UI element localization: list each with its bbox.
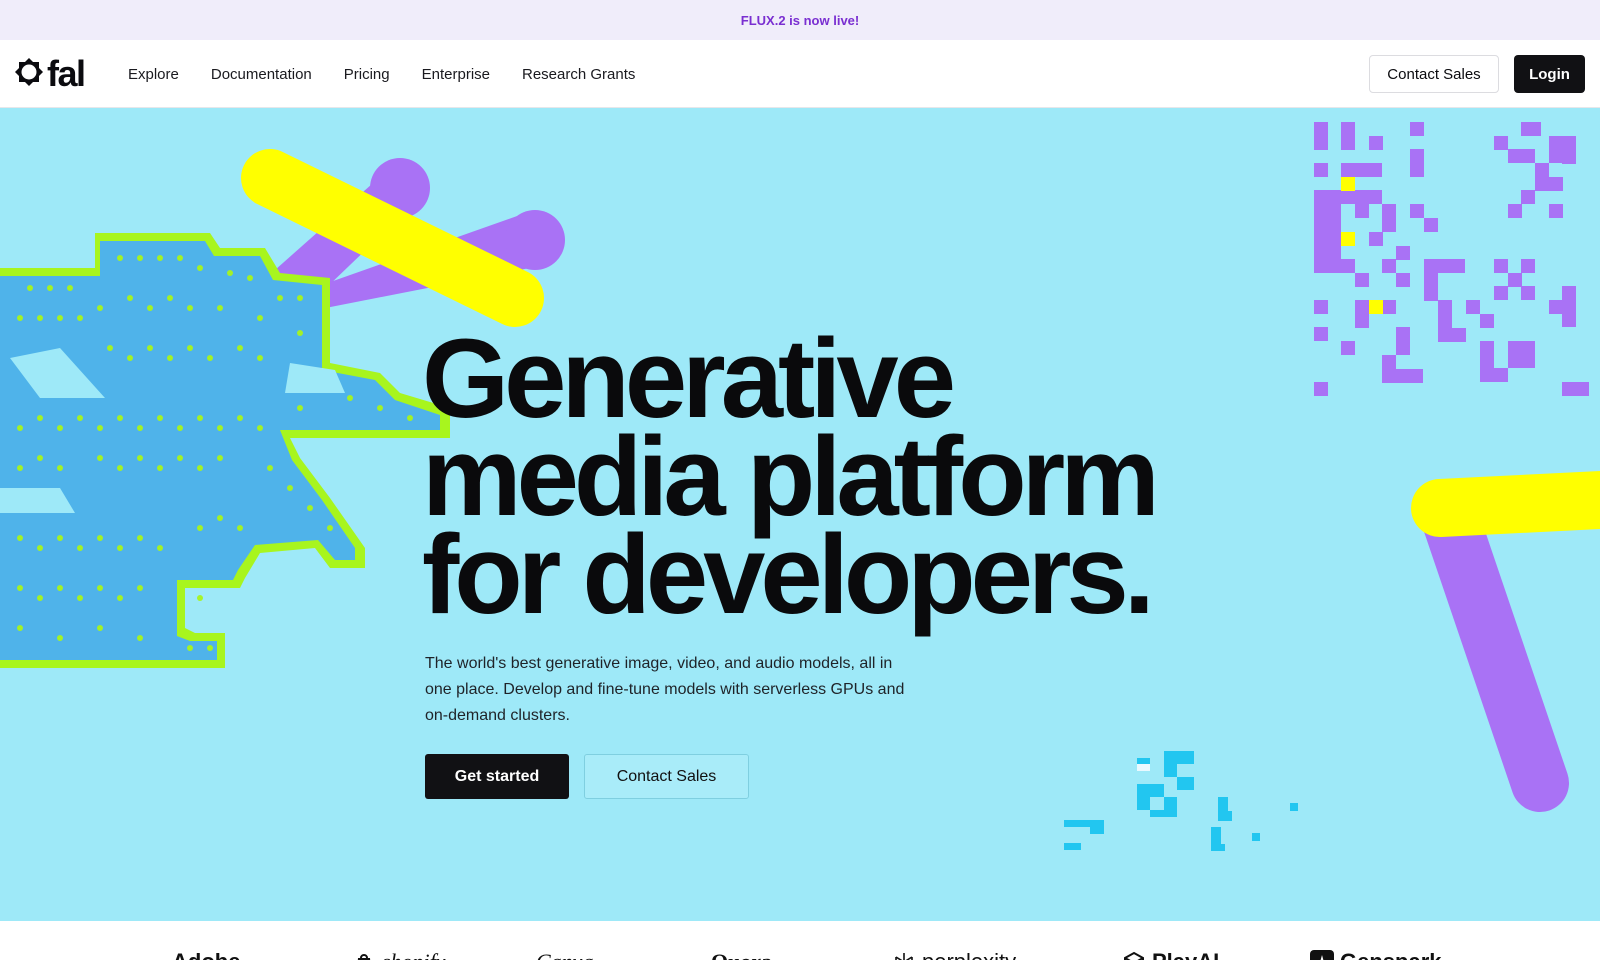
headline-line-3: for developers. [422, 512, 1155, 637]
playai-cube-icon [1122, 950, 1146, 960]
fal-ring-icon [14, 57, 44, 92]
genspark-icon [1310, 950, 1334, 960]
main-nav: Explore Documentation Pricing Enterprise… [128, 40, 667, 108]
nav-item-documentation[interactable]: Documentation [211, 66, 312, 83]
perplexity-icon [892, 950, 916, 960]
pixel-cluster-bottom [1064, 751, 1298, 851]
announcement-link[interactable]: FLUX.2 is now live! [741, 13, 859, 28]
hero-headline: Generative media platform for developers… [422, 323, 1160, 637]
logo-canva: Canva [536, 949, 593, 960]
nav-item-explore[interactable]: Explore [128, 66, 179, 83]
logo-quora-label: Quora [711, 949, 772, 960]
logo-adobe-label: Adobe [172, 949, 240, 960]
hero-contact-sales-button[interactable]: Contact Sales [584, 754, 749, 799]
pixel-grid-top-right [1314, 122, 1589, 396]
site-header: fal Explore Documentation Pricing Enterp… [0, 40, 1600, 108]
logo-genspark-label: Genspark [1340, 949, 1442, 960]
logo-quora: Quora [711, 949, 772, 960]
yellow-bar-right [1411, 470, 1600, 537]
logo-adobe: Adobe [172, 949, 240, 960]
hero-subtext: The world's best generative image, video… [425, 655, 905, 724]
header-contact-sales-button[interactable]: Contact Sales [1369, 55, 1499, 93]
shopify-bag-icon [352, 950, 376, 960]
nav-item-research-grants[interactable]: Research Grants [522, 66, 635, 83]
announcement-bar: FLUX.2 is now live! [0, 0, 1600, 40]
brand-logo[interactable]: fal [14, 53, 86, 94]
login-button[interactable]: Login [1514, 55, 1585, 93]
hero-section: Generative media platform for developers… [0, 108, 1600, 921]
brand-wordmark: fal [47, 53, 86, 94]
logo-playai: PlayAI [1122, 949, 1219, 960]
logo-perplexity-label: perplexity [922, 949, 1016, 960]
purple-bar-right [1421, 489, 1569, 812]
logo-shopify: shopify [352, 949, 446, 960]
customer-logos-strip: Adobe shopify Canva Quora perplexity Pla… [0, 921, 1600, 960]
nav-item-pricing[interactable]: Pricing [344, 66, 390, 83]
pixel-blob [0, 233, 450, 668]
logo-perplexity: perplexity [892, 949, 1016, 960]
nav-item-enterprise[interactable]: Enterprise [422, 66, 490, 83]
get-started-button[interactable]: Get started [425, 754, 569, 799]
logo-playai-label: PlayAI [1152, 949, 1219, 960]
logo-shopify-label: shopify [382, 949, 446, 960]
logo-genspark: Genspark [1310, 949, 1442, 960]
pixel-highlight [1137, 764, 1150, 771]
logo-canva-label: Canva [536, 949, 593, 960]
